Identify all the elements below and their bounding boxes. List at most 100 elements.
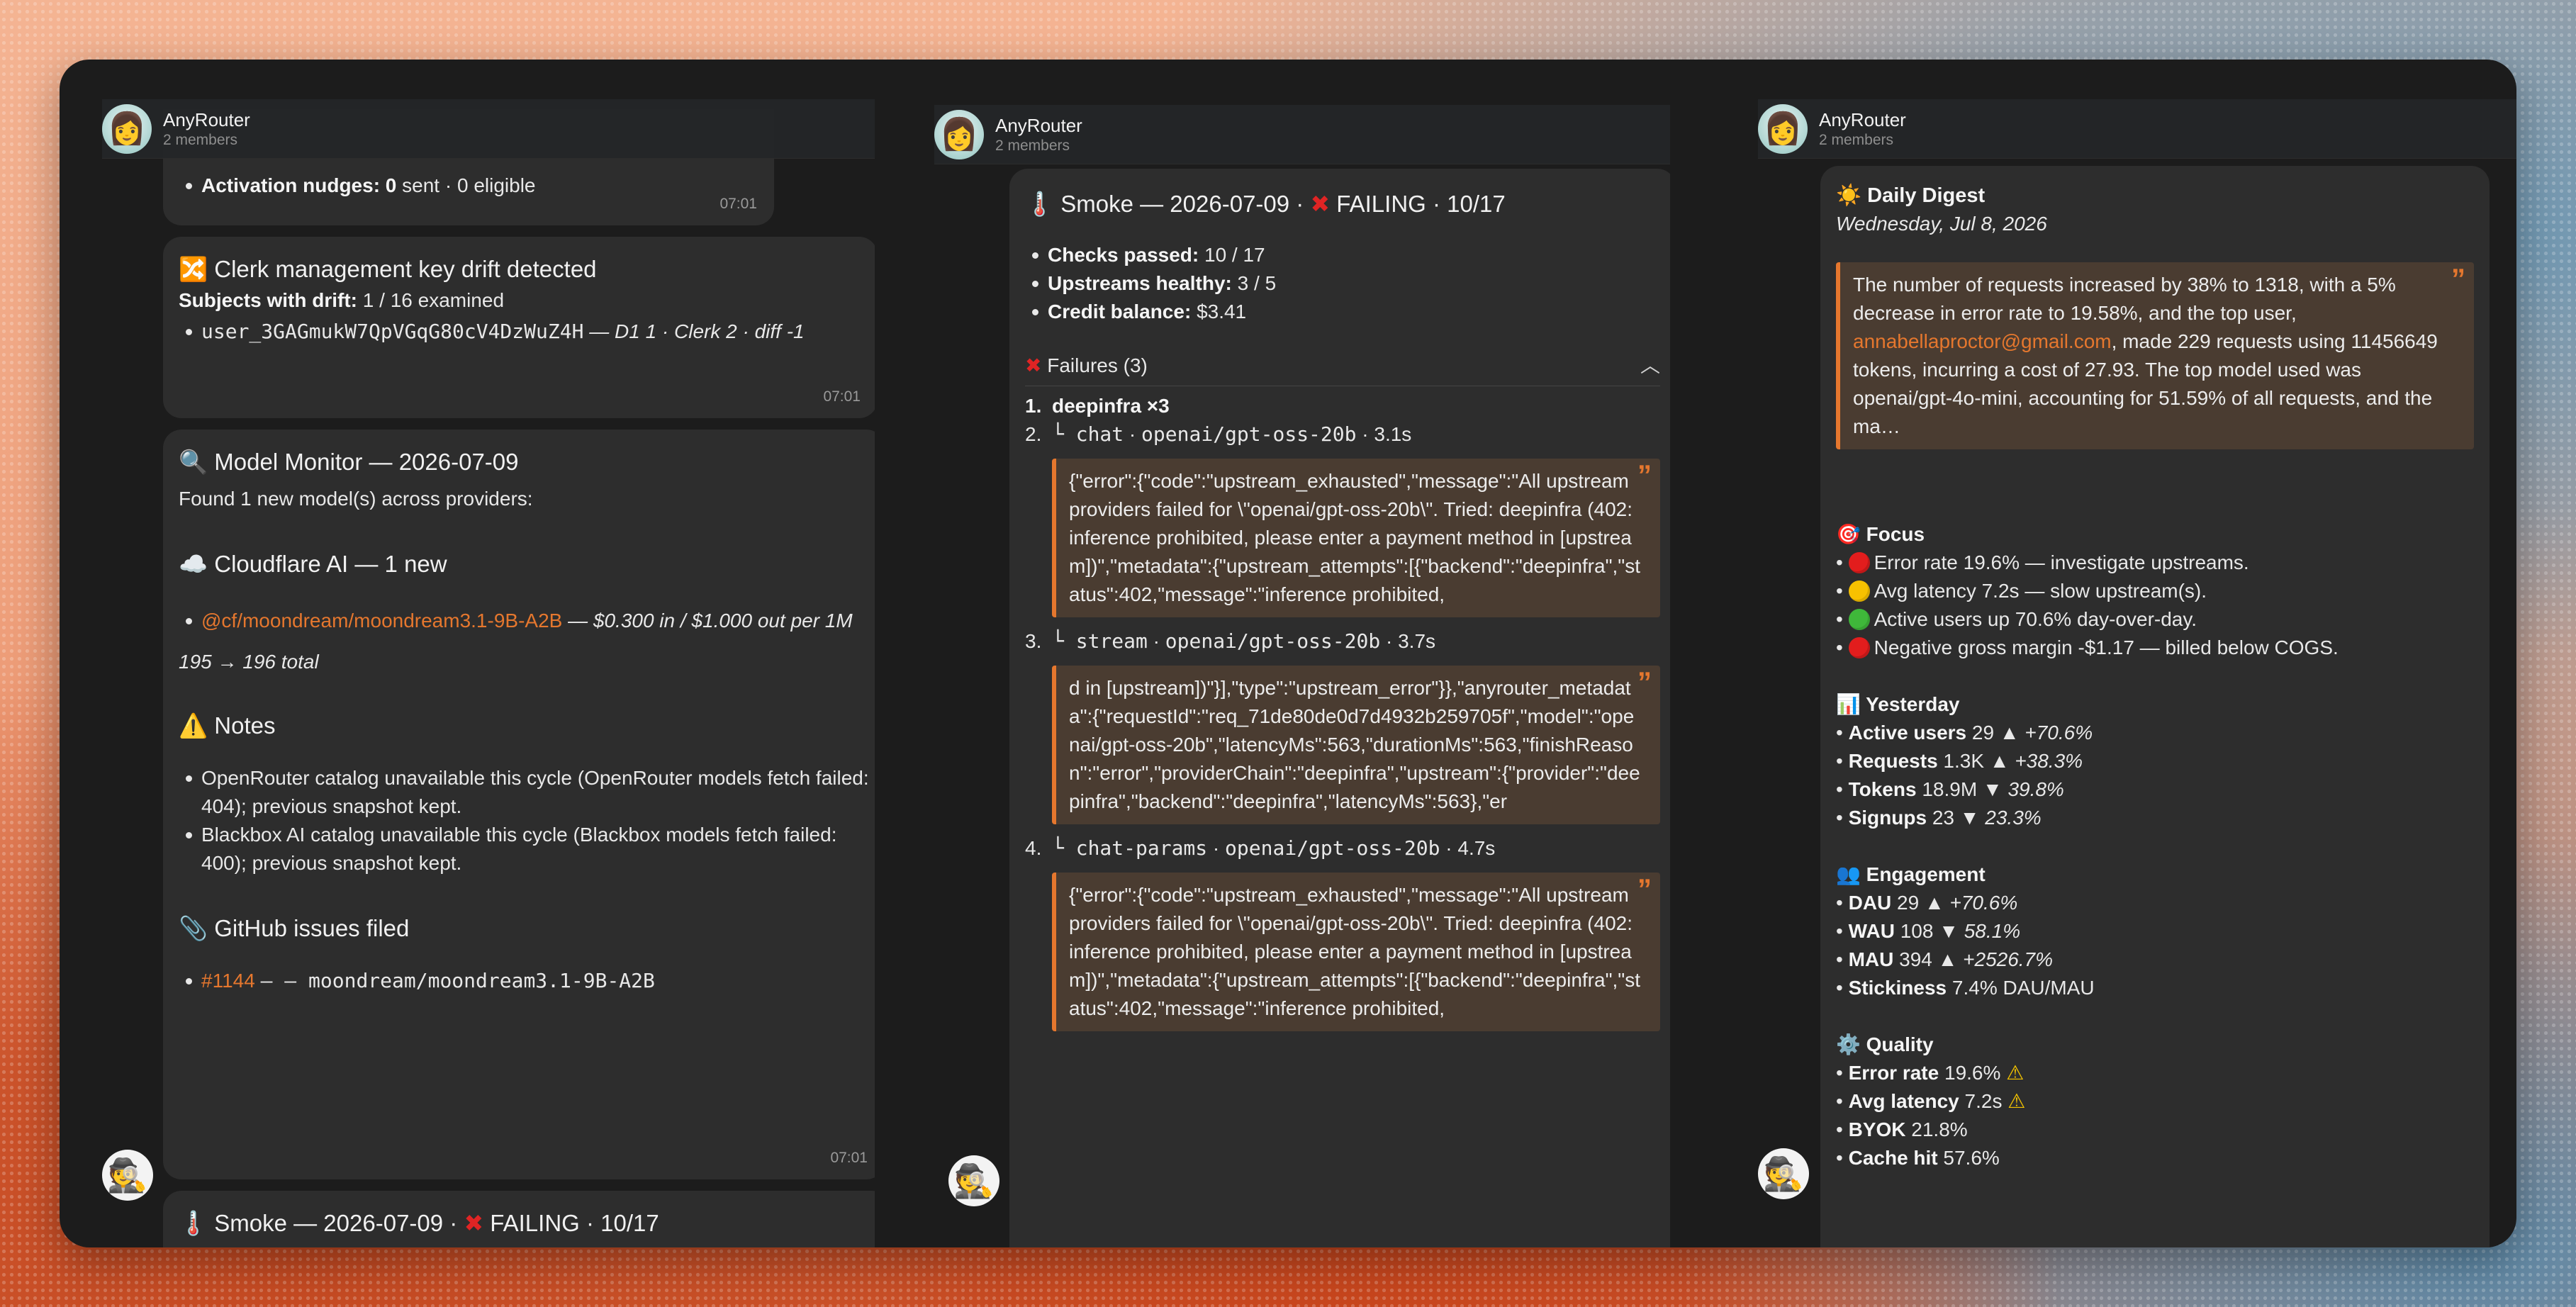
people-icon: 👥 [1836, 863, 1861, 885]
metric-row: • Error rate 19.6% ⚠ [1836, 1062, 2025, 1084]
chat-members: 2 members [163, 131, 238, 148]
monitor-title: Model Monitor — 2026-07-09 [214, 449, 519, 475]
quote-icon: ” [2451, 264, 2465, 295]
message-drift: 🔀 Clerk management key drift detected Su… [163, 237, 875, 418]
focus-item: • Avg latency 7.2s — slow upstream(s). [1836, 580, 2207, 602]
yellow-status-icon [1848, 580, 1870, 602]
message-time: 07:01 [719, 196, 757, 212]
message-smoke: 🌡️ Smoke — 2026-07-09 · ✖ FAILING · 10/1… [1009, 169, 1670, 1247]
message-model-monitor: 🔍 Model Monitor — 2026-07-09 Found 1 new… [163, 430, 875, 1179]
bot-avatar-icon[interactable]: 🕵 [1758, 1148, 1809, 1199]
metric-row: • BYOK 21.8% [1836, 1118, 1968, 1140]
focus-item: • Active users up 70.6% day-over-day. [1836, 608, 2197, 630]
chat-members: 2 members [995, 137, 1070, 154]
failure-item: 1. deepinfra ×3 [1025, 395, 1170, 417]
target-icon: 🎯 [1836, 523, 1861, 545]
activation-item: Activation nudges: 0 sent · 0 eligible [186, 172, 758, 200]
chat-pane-left[interactable]: 👩 AnyRouter 2 members Activation nudges:… [60, 60, 875, 1247]
failure-item: 3. └ stream · openai/gpt-oss-20b · 3.7s [1025, 629, 1436, 653]
model-item: @cf/moondream/moondream3.1-9B-A2B — $0.3… [186, 607, 869, 635]
error-quote: ” {"error":{"code":"upstream_exhausted",… [1052, 459, 1660, 617]
failure-item: 4. └ chat-params · openai/gpt-oss-20b · 4… [1025, 836, 1496, 860]
message-time: 07:01 [830, 1150, 868, 1166]
failure-item: 2. └ chat · openai/gpt-oss-20b · 3.1s [1025, 422, 1412, 446]
app-window: 👩 AnyRouter 2 members Activation nudges:… [60, 60, 2516, 1247]
message-daily-digest: ☀️ Daily Digest Wednesday, Jul 8, 2026 ”… [1820, 166, 2490, 1247]
drift-user-item: user_3GAGmukW7QpVGqG80cV4DzWuZ4H — D1 1 … [186, 318, 862, 346]
chart-icon: 📊 [1836, 693, 1861, 715]
note-item: OpenRouter catalog unavailable this cycl… [186, 764, 869, 821]
error-quote: ” {"error":{"code":"upstream_exhausted",… [1052, 873, 1660, 1031]
red-status-icon [1848, 552, 1870, 573]
failures-toggle[interactable]: ✖ Failures (3) ︿ [1025, 352, 1660, 380]
metric-row: • Signups 23 ▼ 23.3% [1836, 807, 2042, 829]
shuffle-icon: 🔀 [179, 256, 208, 282]
thermometer-icon: 🌡️ [1025, 191, 1055, 217]
chat-title: AnyRouter [995, 114, 1082, 136]
avatar-icon[interactable]: 👩 [1758, 103, 1808, 154]
chat-title: AnyRouter [1819, 108, 1906, 130]
gear-icon: ⚙️ [1836, 1033, 1861, 1055]
drift-title: Clerk management key drift detected [214, 256, 597, 282]
chat-header[interactable]: 👩 AnyRouter 2 members [1758, 99, 2516, 159]
warning-icon: ⚠ [2007, 1090, 2026, 1112]
chat-pane-middle[interactable]: 👩 AnyRouter 2 members 🕵 🌡️ Smoke — 2026-… [875, 60, 1670, 1247]
digest-title: Daily Digest [1867, 184, 1986, 207]
metric-row: • Cache hit 57.6% [1836, 1147, 2000, 1169]
model-total: 195 → 196 total [179, 651, 319, 673]
message-time: 07:01 [823, 388, 861, 405]
error-quote: ” d in [upstream])"}],"type":"upstream_e… [1052, 666, 1660, 824]
model-link[interactable]: @cf/moondream/moondream3.1-9B-A2B [201, 610, 562, 632]
drift-subjects: Subjects with drift: 1 / 16 examined [179, 289, 505, 311]
issue-item: #1144 — — moondream/moondream3.1-9B-A2B [186, 967, 869, 995]
metric-row: • DAU 29 ▲ +70.6% [1836, 892, 2018, 914]
chat-title: AnyRouter [163, 108, 250, 130]
metric-row: • Tokens 18.9M ▼ 39.8% [1836, 778, 2064, 800]
paperclip-icon: 📎 [179, 915, 208, 941]
metric-row: • MAU 394 ▲ +2526.7% [1836, 948, 2054, 970]
bot-avatar-icon[interactable]: 🕵 [948, 1155, 999, 1206]
chat-header[interactable]: 👩 AnyRouter 2 members [102, 99, 875, 159]
warning-icon: ⚠ [2006, 1062, 2025, 1084]
metric-row: • WAU 108 ▼ 58.1% [1836, 920, 2021, 942]
issue-link[interactable]: #1144 [201, 970, 255, 992]
chat-pane-right[interactable]: 👩 AnyRouter 2 members 🕵 ☀️ Daily Digest … [1670, 60, 2516, 1247]
cloud-icon: ☁️ [179, 551, 208, 577]
digest-summary: ” The number of requests increased by 38… [1836, 262, 2474, 449]
magnifier-icon: 🔍 [179, 449, 208, 475]
quote-icon: ” [1637, 667, 1652, 698]
metric-row: • Stickiness 7.4% DAU/MAU [1836, 977, 2095, 999]
cross-icon: ✖ [464, 1210, 484, 1236]
focus-item: • Negative gross margin -$1.17 — billed … [1836, 636, 2339, 658]
digest-date: Wednesday, Jul 8, 2026 [1836, 213, 2047, 235]
thermometer-icon: 🌡️ [179, 1210, 208, 1236]
monitor-found: Found 1 new model(s) across providers: [179, 488, 533, 510]
green-status-icon [1848, 609, 1870, 630]
metric-row: • Avg latency 7.2s ⚠ [1836, 1090, 2026, 1112]
chat-header[interactable]: 👩 AnyRouter 2 members [934, 105, 1670, 164]
chevron-up-icon[interactable]: ︿ [1640, 352, 1660, 380]
checks-item: Checks passed: 10 / 17 [1032, 241, 1660, 269]
failures-title: Failures (3) [1047, 354, 1148, 376]
issues-title: GitHub issues filed [214, 915, 410, 941]
note-item: Blackbox AI catalog unavailable this cyc… [186, 821, 869, 877]
red-status-icon [1848, 637, 1870, 658]
message-smoke-preview: 🌡️ Smoke — 2026-07-09 · ✖ FAILING · 10/1… [163, 1191, 875, 1247]
avatar-icon[interactable]: 👩 [934, 109, 984, 159]
cross-icon: ✖ [1025, 354, 1042, 376]
bot-avatar-icon[interactable]: 🕵 [102, 1150, 153, 1201]
notes-title: Notes [214, 712, 276, 739]
upstreams-item: Upstreams healthy: 3 / 5 [1032, 269, 1660, 298]
email-link[interactable]: annabellaproctor@gmail.com [1853, 330, 2112, 352]
failures-list: 1. deepinfra ×3 2. └ chat · openai/gpt-oss… [1025, 392, 1660, 1031]
quote-icon: ” [1637, 460, 1652, 491]
metric-row: • Active users 29 ▲ +70.6% [1836, 722, 2093, 744]
provider-title: Cloudflare AI — 1 new [214, 551, 447, 577]
warning-icon: ⚠️ [179, 712, 208, 739]
metric-row: • Requests 1.3K ▲ +38.3% [1836, 750, 2083, 772]
cross-icon: ✖ [1310, 191, 1331, 217]
quote-icon: ” [1637, 874, 1652, 905]
focus-item: • Error rate 19.6% — investigate upstrea… [1836, 551, 2249, 573]
avatar-icon[interactable]: 👩 [102, 103, 152, 154]
credit-item: Credit balance: $3.41 [1032, 298, 1660, 326]
